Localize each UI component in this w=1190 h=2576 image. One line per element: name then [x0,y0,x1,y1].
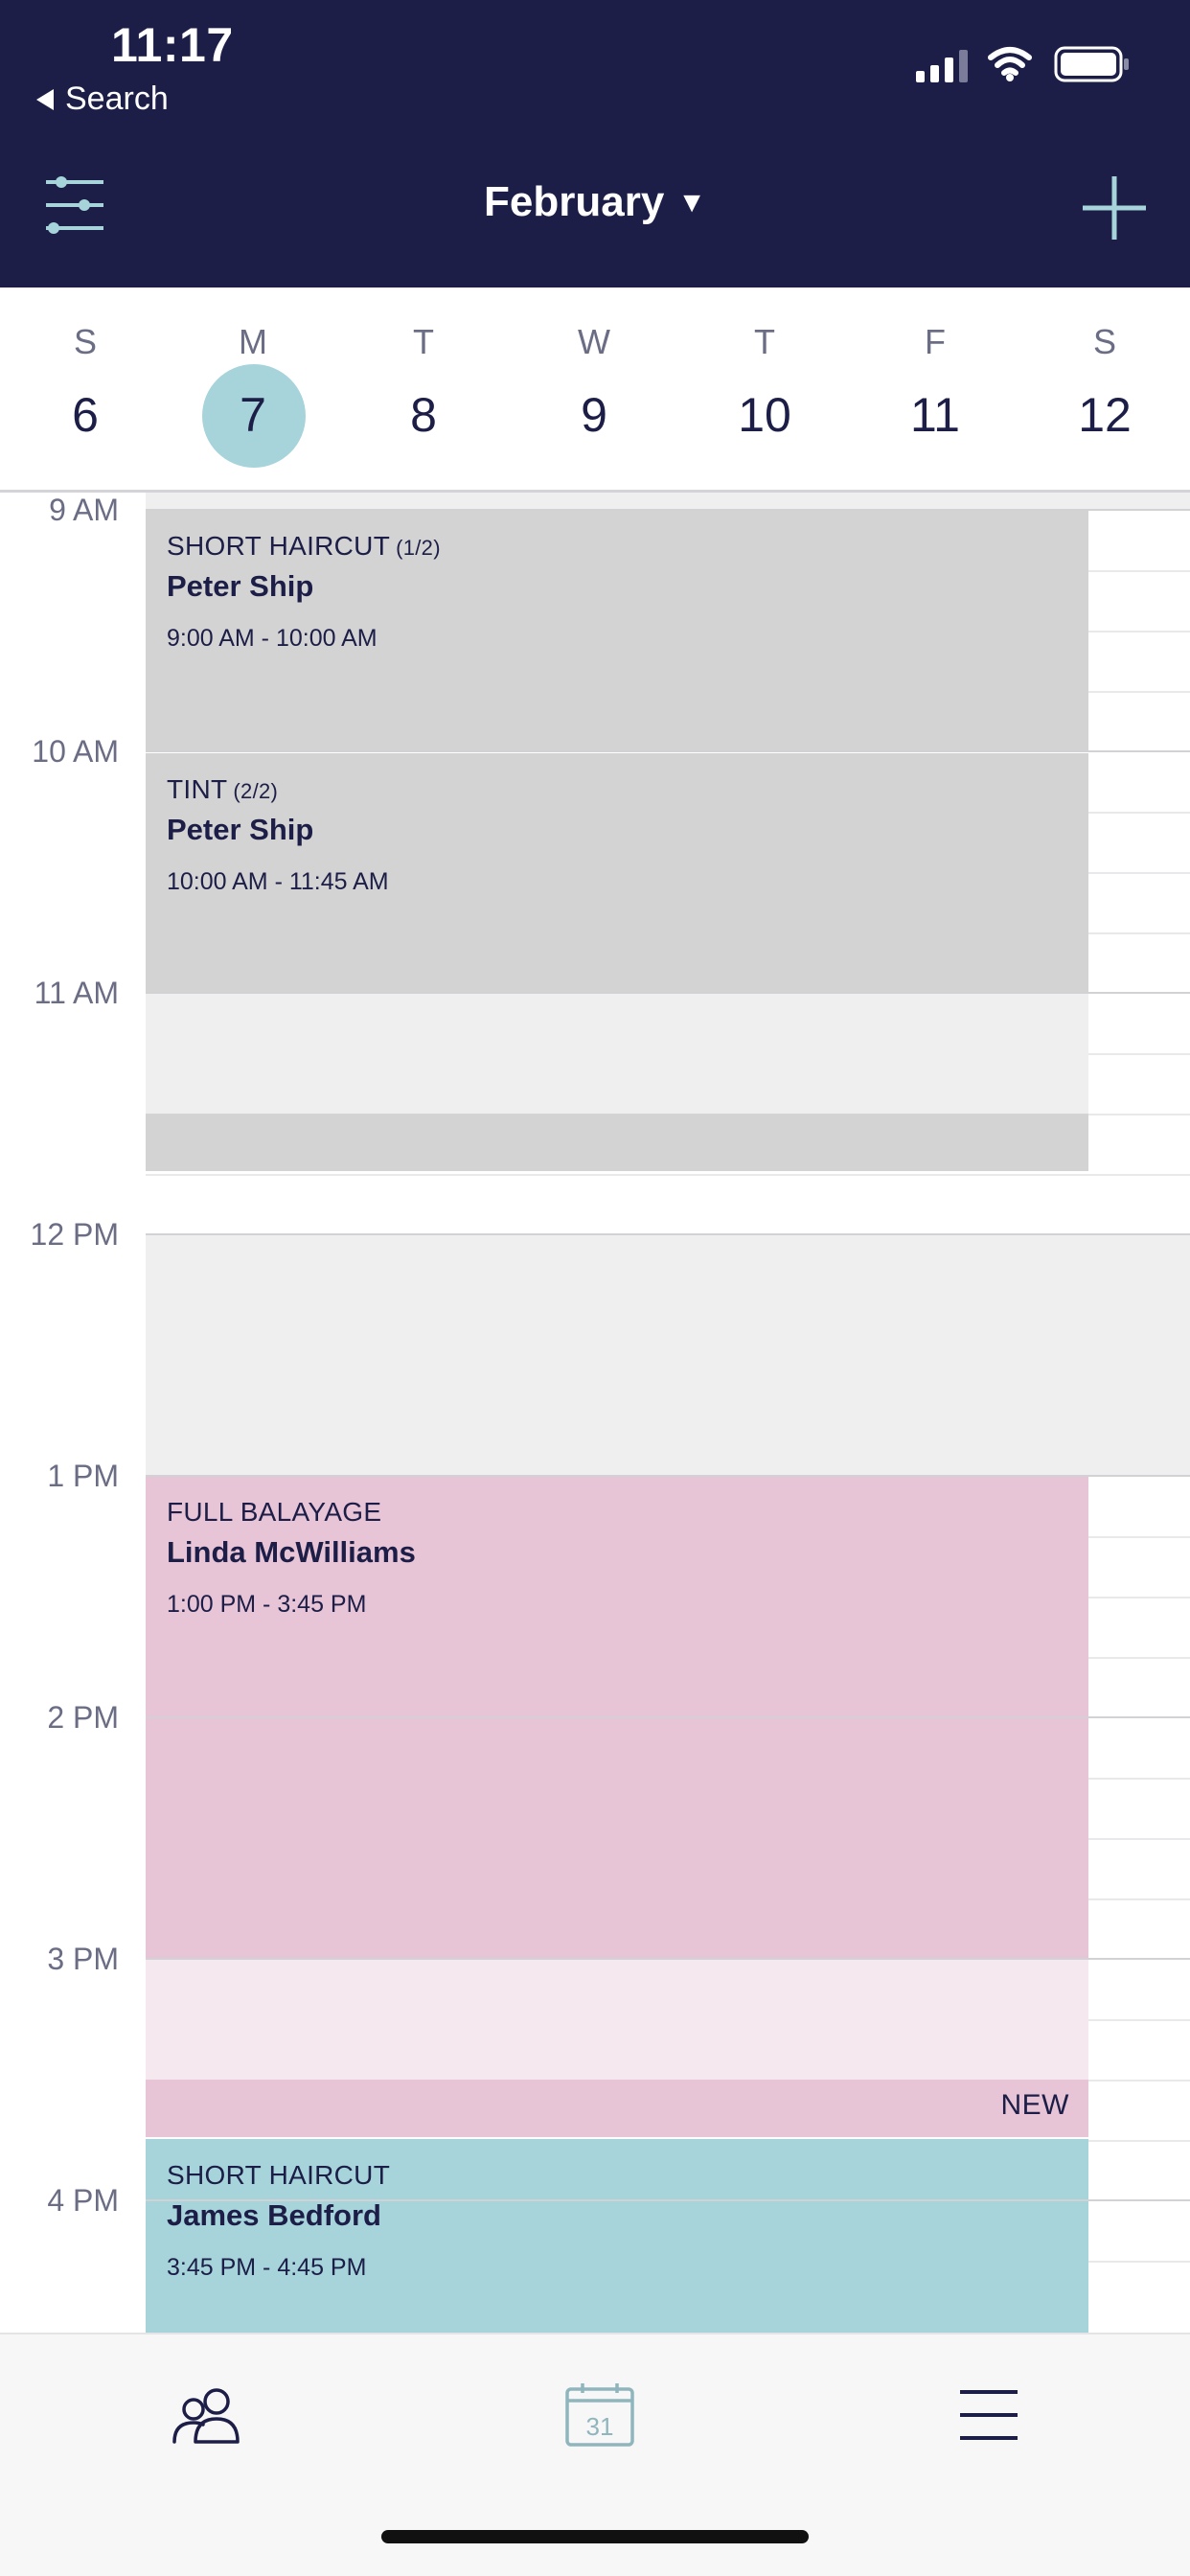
hour-label: 10 AM [32,734,119,769]
blocked-time [146,1234,1190,1476]
appointment-service: SHORT HAIRCUT [167,2160,390,2191]
appointment-time: 9:00 AM - 10:00 AM [167,625,378,652]
day-number: 8 [410,388,437,442]
day-name: S [73,322,97,361]
service-part: (1/2) [396,536,441,560]
service-label: SHORT HAIRCUT [167,531,391,561]
appointment-card[interactable]: TINT (2/2) Peter Ship 10:00 AM - 11:45 AM [146,753,1088,993]
appointment-processing-time [146,1959,1088,2080]
clients-tab[interactable] [159,2377,255,2453]
day-name: T [413,322,434,361]
hour-label: 12 PM [30,1217,119,1252]
day-name: M [239,322,267,361]
appointment-client: Linda McWilliams [167,1535,416,1569]
clients-icon [172,2388,240,2444]
hour-label: 2 PM [47,1700,119,1735]
menu-tab[interactable] [941,2377,1037,2453]
appointment-finish-time [146,1114,1088,1171]
hour-label: 9 AM [49,493,119,527]
service-label: TINT [167,774,228,804]
day-thursday[interactable]: T 10 [679,288,850,493]
new-badge: NEW [1000,2089,1069,2121]
day-schedule[interactable]: SHORT HAIRCUT (1/2) Peter Ship 9:00 AM - … [0,493,1190,2333]
day-number: 7 [240,388,266,442]
appointment-service: FULL BALAYAGE [167,1497,381,1528]
month-label: February [484,178,665,225]
day-wednesday[interactable]: W 9 [509,288,679,493]
back-arrow-icon [36,88,54,110]
hour-line [146,1958,1190,1960]
appointment-service: SHORT HAIRCUT (1/2) [167,531,441,562]
hour-label: 11 AM [34,976,119,1010]
day-number: 10 [738,388,791,442]
day-monday-selected[interactable]: M 7 [168,288,338,493]
hour-line [146,1475,1190,1477]
wifi-icon [988,47,1032,81]
hour-line [146,2199,1190,2201]
day-tuesday[interactable]: T 8 [338,288,509,493]
back-to-search[interactable]: Search [36,80,169,118]
week-strip: S 6 M 7 T 8 W 9 T 10 F 11 S 12 [0,288,1190,493]
back-label: Search [65,80,169,117]
day-name: S [1092,322,1116,361]
day-number: 9 [581,388,607,442]
appointment-client: Peter Ship [167,569,314,603]
calendar-tab[interactable]: 31 [552,2377,648,2453]
appointment-time: 1:00 PM - 3:45 PM [167,1591,367,1618]
caret-down-icon: ▼ [677,187,706,218]
app-header: 11:17 Search February ▼ [0,0,1190,288]
day-saturday[interactable]: S 12 [1019,288,1190,493]
appointment-card[interactable]: SHORT HAIRCUT James Bedford 3:45 PM - 4:… [146,2139,1088,2333]
hour-line [146,509,1190,511]
home-indicator[interactable] [381,2530,809,2543]
day-number: 12 [1078,388,1132,442]
day-name: F [925,322,946,361]
hour-label: 1 PM [47,1459,119,1493]
service-part: (2/2) [233,779,279,803]
status-time: 11:17 [111,18,234,72]
day-name: T [754,322,775,361]
plus-icon[interactable] [1081,174,1148,242]
appointment-processing-time [146,993,1088,1114]
calendar-day-text: 31 [586,2412,614,2441]
hour-label: 3 PM [47,1942,119,1976]
day-number: 11 [910,388,960,442]
appointment-finish-time[interactable]: NEW [146,2080,1088,2137]
hour-line [146,1716,1190,1718]
appointment-card[interactable]: SHORT HAIRCUT (1/2) Peter Ship 9:00 AM - … [146,510,1088,751]
appointment-time: 3:45 PM - 4:45 PM [167,2254,367,2281]
service-label: SHORT HAIRCUT [167,2160,391,2190]
calendar-icon: 31 [565,2383,634,2447]
appointment-client: Peter Ship [167,813,314,846]
menu-icon [960,2390,1018,2440]
hour-line [146,750,1190,752]
hour-label: 4 PM [47,2183,119,2218]
hour-line [146,1233,1190,1235]
blocked-time [146,493,1190,510]
day-name: W [578,322,610,361]
appointment-time: 10:00 AM - 11:45 AM [167,868,389,895]
hour-line [146,992,1190,994]
appointment-client: James Bedford [167,2198,381,2232]
day-friday[interactable]: F 11 [850,288,1020,493]
day-sunday[interactable]: S 6 [0,288,171,493]
cellular-signal-icon [916,48,968,82]
service-label: FULL BALAYAGE [167,1497,382,1527]
quarter-line [146,1174,1190,1176]
day-number: 6 [72,388,99,442]
battery-icon [1054,46,1129,82]
appointment-service: TINT (2/2) [167,774,278,805]
month-selector[interactable]: February ▼ [0,178,1190,226]
